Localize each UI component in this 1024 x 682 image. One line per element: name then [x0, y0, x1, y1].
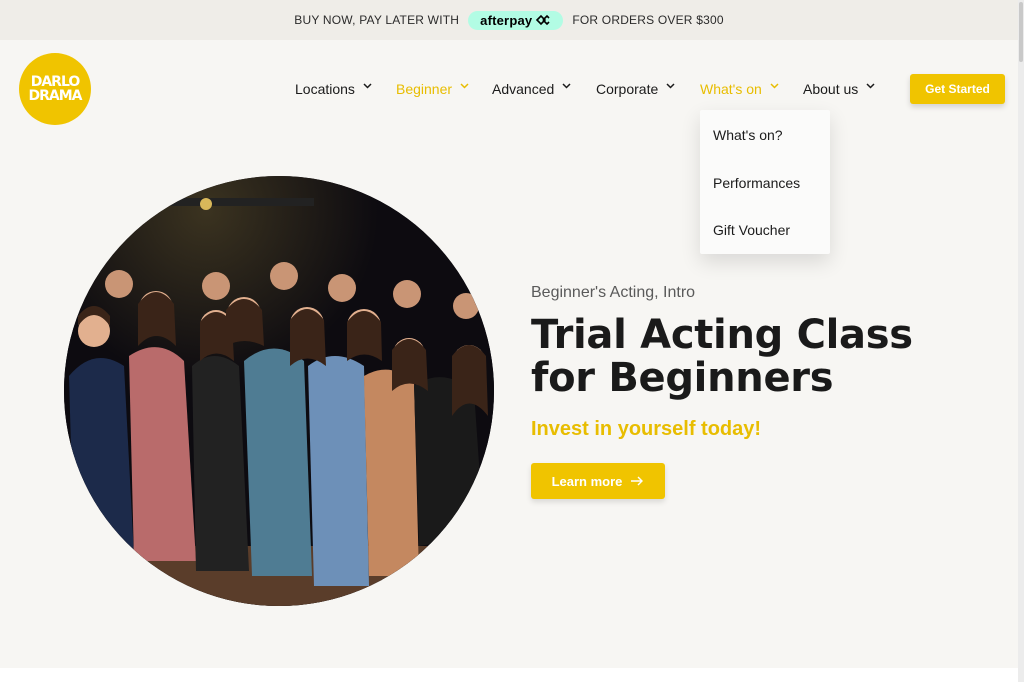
nav-item-advanced[interactable]: Advanced	[492, 76, 571, 102]
hero-tagline: Invest in yourself today!	[531, 418, 762, 440]
chevron-down-icon	[770, 83, 779, 91]
nav-label: About us	[803, 81, 859, 97]
nav-item-beginner[interactable]: Beginner	[396, 76, 469, 102]
dropdown-item-whats-on[interactable]: What's on?	[713, 127, 783, 143]
chevron-down-icon	[666, 83, 675, 91]
group-photo-illustration	[64, 176, 494, 606]
get-started-button[interactable]: Get Started	[910, 74, 1005, 104]
nav-label: Locations	[295, 81, 355, 97]
chevron-down-icon	[363, 83, 372, 91]
learn-more-button[interactable]: Learn more	[531, 463, 665, 499]
afterpay-label: afterpay	[480, 12, 533, 28]
page-scrollbar[interactable]	[1018, 0, 1024, 682]
chevron-down-icon	[460, 83, 469, 91]
scrollbar-thumb[interactable]	[1019, 2, 1023, 62]
nav-item-about-us[interactable]: About us	[803, 76, 875, 102]
nav-item-whats-on[interactable]: What's on	[700, 76, 779, 102]
promo-banner: BUY NOW, PAY LATER WITH afterpay FOR ORD…	[0, 0, 1018, 40]
nav-item-corporate[interactable]: Corporate	[596, 76, 675, 102]
nav-label: Advanced	[492, 81, 555, 97]
dropdown-item-gift-voucher[interactable]: Gift Voucher	[713, 222, 790, 238]
footer-band	[0, 668, 1018, 682]
learn-more-label: Learn more	[551, 473, 623, 489]
afterpay-badge: afterpay	[468, 10, 564, 30]
darlo-drama-logo[interactable]: DARLO DRAMA	[19, 53, 91, 125]
nav-label: Beginner	[396, 81, 453, 97]
chevron-down-icon	[866, 83, 875, 91]
hero-title: Trial Acting Class for Beginners	[531, 312, 913, 401]
arrow-right-icon	[631, 476, 644, 486]
hero-subtitle: Beginner's Acting, Intro	[531, 284, 696, 301]
nav-label: What's on	[700, 81, 762, 97]
hero-group-photo	[64, 176, 494, 606]
nav-label: Corporate	[596, 81, 659, 97]
promo-right-text: FOR ORDERS OVER $300	[572, 13, 724, 27]
nav-item-locations[interactable]: Locations	[295, 76, 372, 102]
promo-left-text: BUY NOW, PAY LATER WITH	[294, 13, 460, 27]
logo-line-2: DRAMA	[28, 88, 82, 104]
whats-on-dropdown: What's on? Performances Gift Voucher	[700, 110, 830, 254]
logo-line-1: DARLO	[30, 74, 81, 90]
dropdown-item-performances[interactable]: Performances	[713, 175, 800, 191]
chevron-down-icon	[562, 83, 571, 91]
afterpay-loop-icon	[536, 14, 550, 26]
